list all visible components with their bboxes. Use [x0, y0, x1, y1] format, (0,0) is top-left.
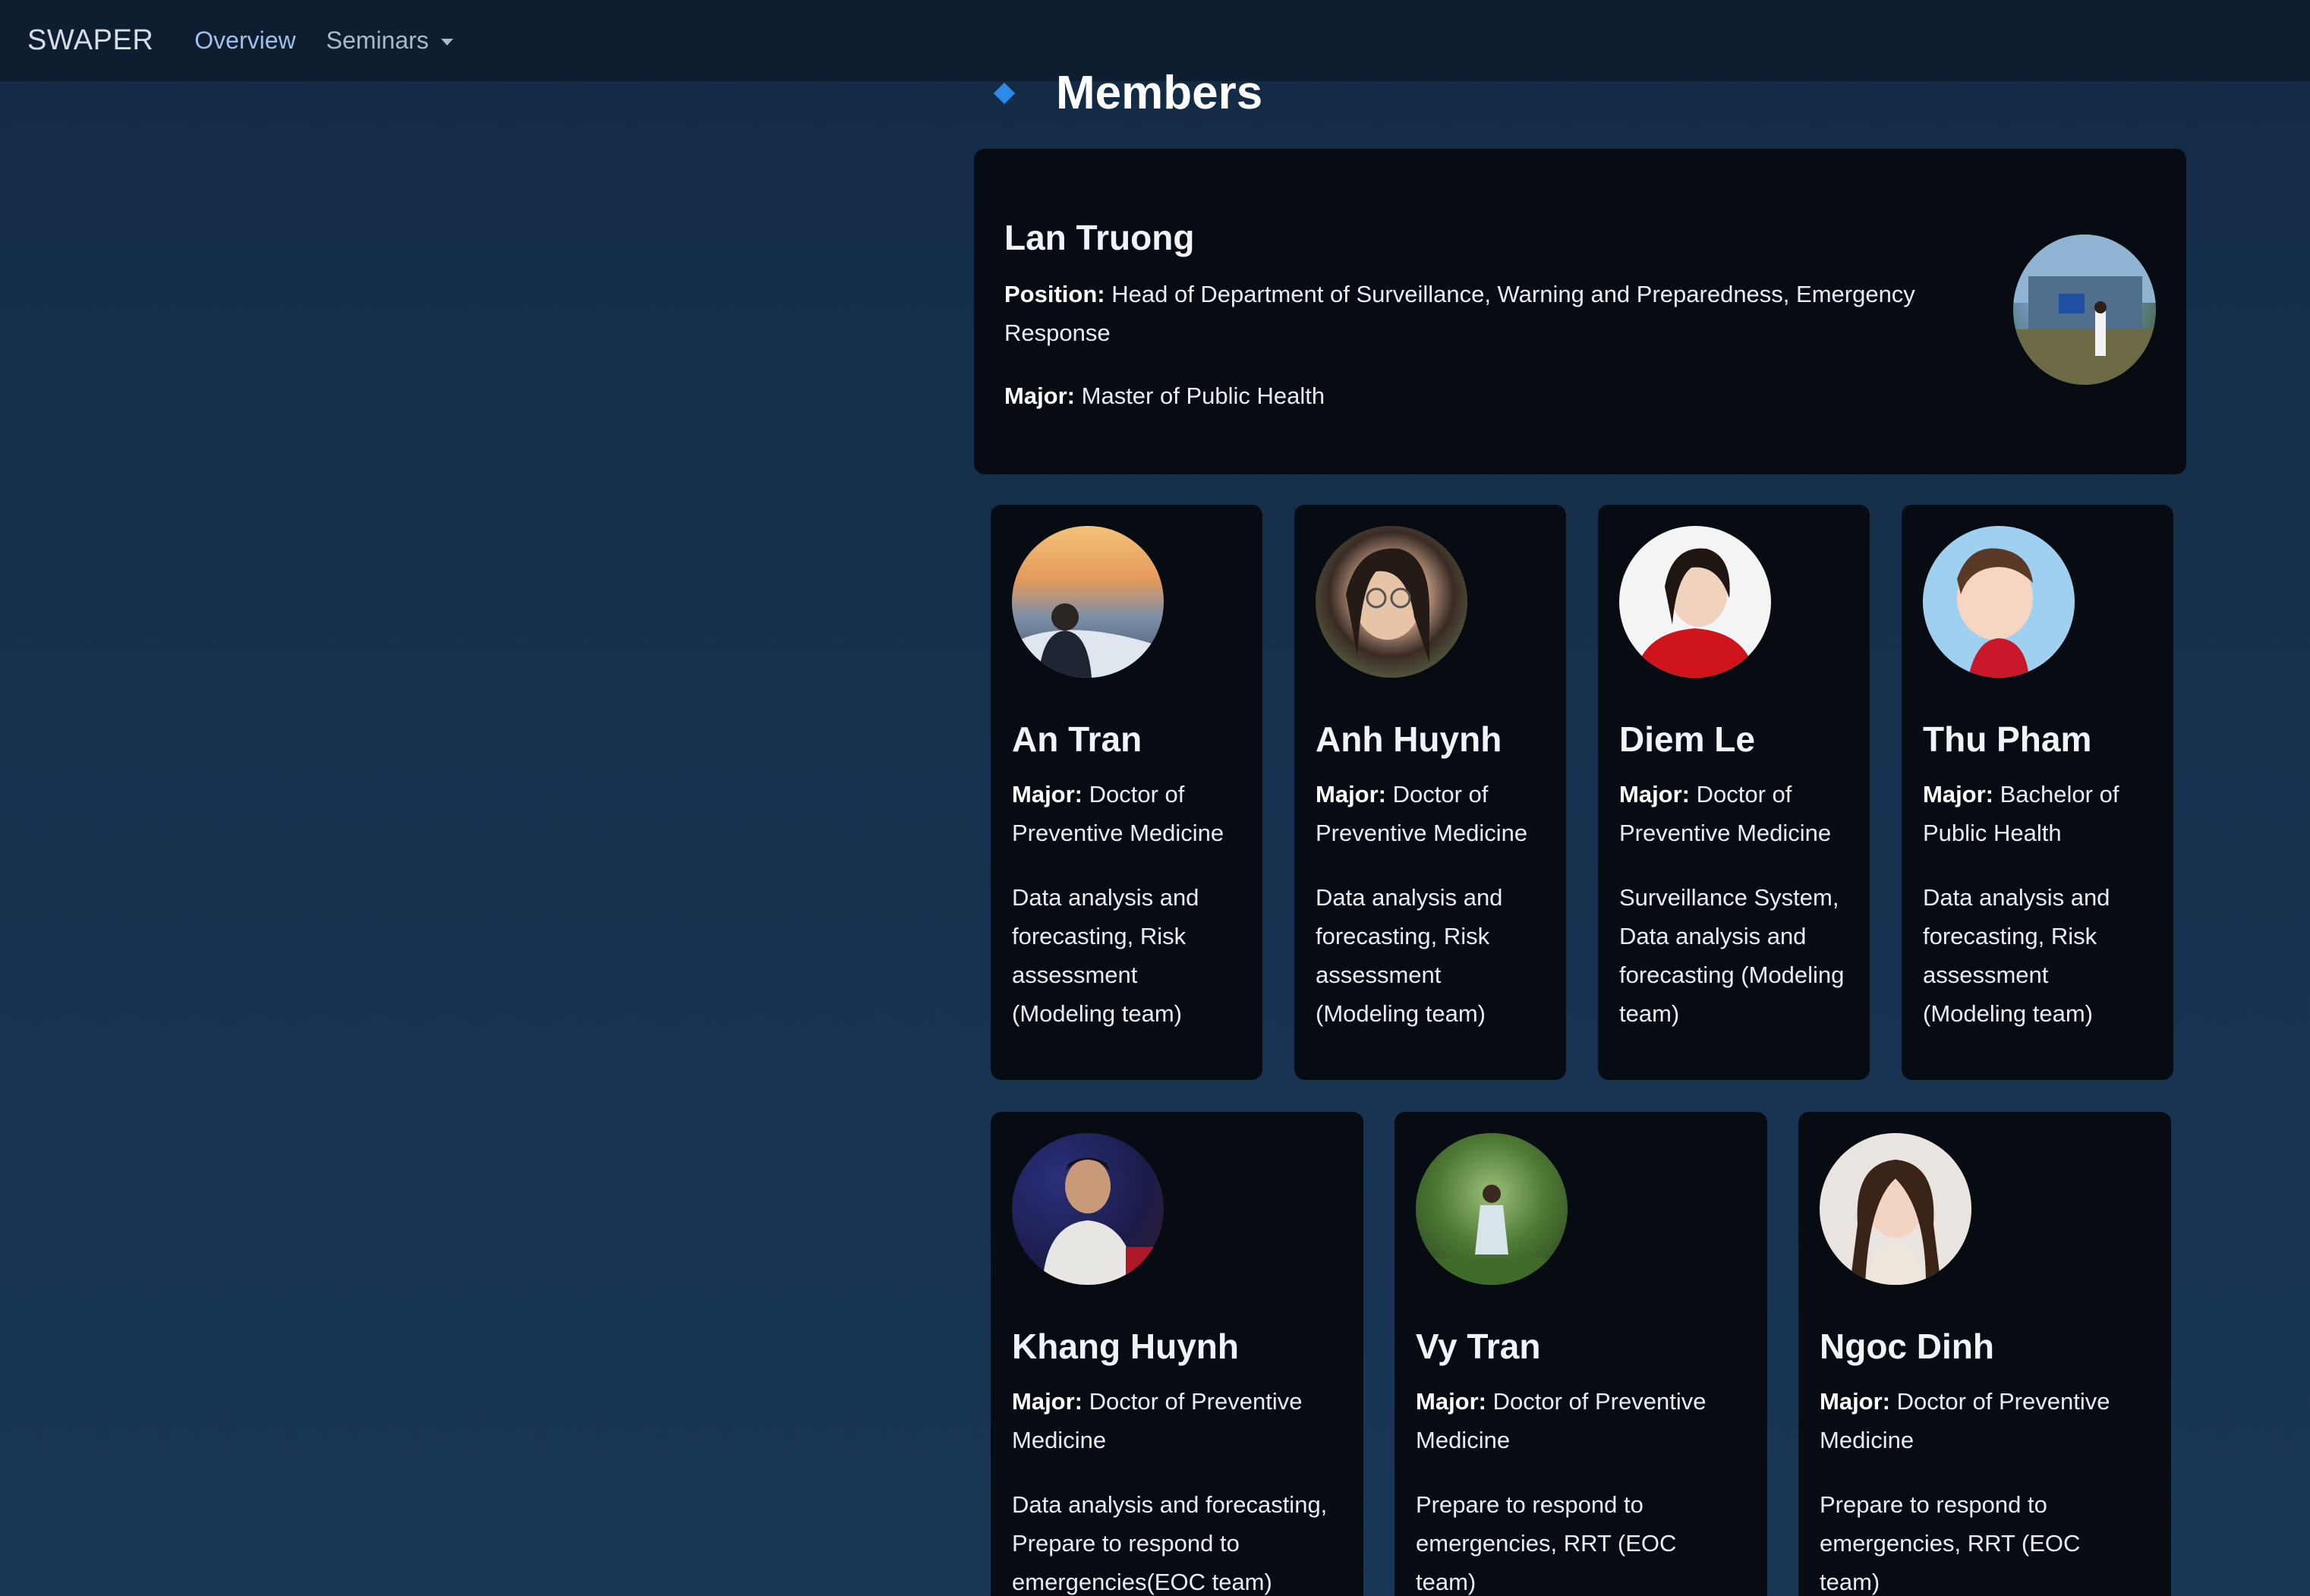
- member-description: Data analysis and forecasting, Prepare t…: [1012, 1491, 1328, 1595]
- avatar-photo: [1012, 603, 1164, 678]
- major-label: Major:: [1923, 781, 1993, 807]
- member-avatar: [1316, 526, 1467, 678]
- member-avatar: [1416, 1133, 1568, 1285]
- major-label: Major:: [1316, 781, 1386, 807]
- major-label: Major:: [1012, 781, 1083, 807]
- member-avatar: [1012, 1133, 1164, 1285]
- nav-dropdown-seminars[interactable]: Seminars: [326, 27, 453, 55]
- member-avatar: [1012, 526, 1164, 678]
- position-label: Position:: [1004, 281, 1105, 307]
- member-card: An Tran Major: Doctor of Preventive Medi…: [991, 505, 1262, 1080]
- member-major: Major: Doctor of Preventive Medicine: [1316, 775, 1551, 852]
- member-card: Khang Huynh Major: Doctor of Preventive …: [991, 1112, 1363, 1596]
- member-card: Anh Huynh Major: Doctor of Preventive Me…: [1294, 505, 1566, 1080]
- avatar-photo: [1957, 548, 2033, 678]
- member-name: Diem Le: [1619, 719, 1755, 759]
- section-title: Members: [1056, 67, 1263, 119]
- member-major: Major: Doctor of Preventive Medicine: [1820, 1382, 2146, 1459]
- member-major: Major: Doctor of Preventive Medicine: [1619, 775, 1855, 852]
- member-name: Lan Truong: [1004, 218, 1195, 257]
- member-name: An Tran: [1012, 719, 1142, 759]
- member-major: Major: Doctor of Preventive Medicine: [1012, 775, 1247, 852]
- member-avatar: [2013, 235, 2156, 385]
- avatar-photo: [1416, 1185, 1568, 1285]
- major-label: Major:: [1012, 1388, 1083, 1415]
- member-name: Vy Tran: [1416, 1327, 1541, 1366]
- diamond-bullet-icon: [993, 82, 1016, 105]
- member-position: Position: Head of Department of Surveill…: [1004, 275, 1946, 352]
- member-major: Major: Bachelor of Public Health: [1923, 775, 2151, 852]
- member-major: Major: Master of Public Health: [1004, 376, 1946, 415]
- avatar-photo: [1042, 1157, 1164, 1285]
- member-major: Major: Doctor of Preventive Medicine: [1012, 1382, 1338, 1459]
- major-value: Master of Public Health: [1081, 382, 1325, 409]
- member-description: Prepare to respond to emergencies, RRT (…: [1820, 1491, 2081, 1595]
- major-label: Major:: [1416, 1388, 1486, 1415]
- major-label: Major:: [1619, 781, 1690, 807]
- member-card: Diem Le Major: Doctor of Preventive Medi…: [1598, 505, 1870, 1080]
- avatar-photo: [2013, 235, 2156, 385]
- member-description: Data analysis and forecasting, Risk asse…: [1923, 884, 2110, 1027]
- lead-member-card: Lan Truong Position: Head of Department …: [974, 149, 2186, 474]
- member-name: Khang Huynh: [1012, 1327, 1239, 1366]
- major-label: Major:: [1004, 382, 1075, 409]
- chevron-down-icon: [440, 39, 453, 46]
- member-description: Data analysis and forecasting, Risk asse…: [1316, 884, 1503, 1027]
- member-description: Prepare to respond to emergencies, RRT (…: [1416, 1491, 1677, 1595]
- member-card: Thu Pham Major: Bachelor of Public Healt…: [1902, 505, 2173, 1080]
- member-avatar: [1820, 1133, 1971, 1285]
- member-description: Surveillance System, Data analysis and f…: [1619, 884, 1845, 1027]
- member-description: Data analysis and forecasting, Risk asse…: [1012, 884, 1199, 1027]
- member-card: Ngoc Dinh Major: Doctor of Preventive Me…: [1798, 1112, 2171, 1596]
- member-avatar: [1923, 526, 2075, 678]
- member-card: Vy Tran Major: Doctor of Preventive Medi…: [1395, 1112, 1767, 1596]
- avatar-photo: [1346, 548, 1429, 663]
- member-avatar: [1619, 526, 1771, 678]
- member-major: Major: Doctor of Preventive Medicine: [1416, 1382, 1742, 1459]
- major-label: Major:: [1820, 1388, 1890, 1415]
- avatar-photo: [1850, 1160, 1941, 1285]
- members-section-heading: Members: [993, 67, 1263, 120]
- member-name: Ngoc Dinh: [1820, 1327, 1994, 1366]
- nav-link-overview[interactable]: Overview: [194, 27, 295, 55]
- nav-dropdown-seminars-label: Seminars: [326, 27, 429, 54]
- avatar-photo: [1634, 548, 1756, 678]
- position-value: Head of Department of Surveillance, Warn…: [1004, 281, 1915, 346]
- member-name: Thu Pham: [1923, 719, 2092, 759]
- brand-logo-text[interactable]: SWAPER: [27, 24, 153, 57]
- member-name: Anh Huynh: [1316, 719, 1502, 759]
